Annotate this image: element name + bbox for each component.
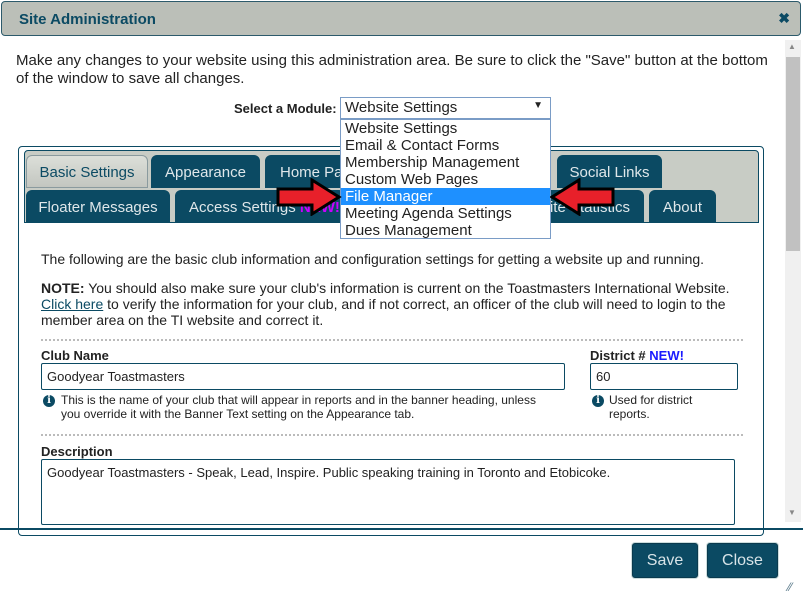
footer-divider — [0, 528, 803, 530]
module-select-value: Website Settings — [345, 99, 458, 116]
info-icon: i — [43, 395, 55, 407]
option-membership-management[interactable]: Membership Management — [341, 154, 550, 171]
description-textarea[interactable]: Goodyear Toastmasters - Speak, Lead, Ins… — [41, 459, 735, 525]
scroll-down-icon[interactable]: ▼ — [788, 508, 796, 517]
divider — [41, 434, 743, 436]
divider — [41, 339, 743, 341]
tab-basic-settings[interactable]: Basic Settings — [26, 155, 148, 188]
close-button[interactable]: Close — [707, 543, 778, 578]
dropdown-arrow-icon: ▼ — [533, 100, 543, 111]
tab-floater-messages[interactable]: Floater Messages — [26, 190, 170, 223]
close-icon[interactable]: ✖ — [778, 10, 790, 27]
district-label: District # NEW! — [590, 348, 684, 363]
resize-handle-icon[interactable]: ⁄⁄ — [788, 580, 792, 594]
option-website-settings[interactable]: Website Settings — [341, 120, 550, 137]
new-badge: NEW! — [649, 348, 684, 363]
description-label: Description — [41, 444, 113, 459]
club-name-label: Club Name — [41, 348, 109, 363]
module-dropdown-list[interactable]: Website Settings Email & Contact Forms M… — [340, 119, 551, 239]
note-body: You should also make sure your club's in… — [84, 280, 730, 296]
option-dues-management[interactable]: Dues Management — [341, 222, 550, 239]
tab-about[interactable]: About — [649, 190, 716, 223]
note-text: NOTE: You should also make sure your clu… — [41, 280, 751, 328]
club-name-help: This is the name of your club that will … — [61, 393, 536, 421]
scroll-up-icon[interactable]: ▲ — [788, 42, 796, 51]
option-file-manager[interactable]: File Manager — [341, 188, 550, 205]
scrollbar[interactable]: ▲ ▼ — [785, 40, 801, 522]
intro-text: Make any changes to your website using t… — [16, 52, 768, 87]
option-meeting-agenda-settings[interactable]: Meeting Agenda Settings — [341, 205, 550, 222]
click-here-link[interactable]: Click here — [41, 296, 103, 312]
module-select-label: Select a Module: — [234, 101, 337, 116]
tab-appearance[interactable]: Appearance — [151, 155, 260, 188]
district-input[interactable]: 60 — [590, 363, 738, 390]
red-arrow-right-icon — [276, 178, 342, 216]
dialog-titlebar: Site Administration ✖ — [1, 1, 801, 36]
note-label: NOTE: — [41, 280, 85, 296]
district-label-text: District # — [590, 348, 646, 363]
module-select[interactable]: Website Settings ▼ — [340, 97, 551, 119]
scrollbar-thumb[interactable] — [786, 57, 800, 251]
option-custom-web-pages[interactable]: Custom Web Pages — [341, 171, 550, 188]
note-rest: to verify the information for your club,… — [41, 296, 726, 328]
club-name-input[interactable]: Goodyear Toastmasters — [41, 363, 565, 390]
option-email-contact-forms[interactable]: Email & Contact Forms — [341, 137, 550, 154]
district-help: Used for district reports. — [609, 393, 693, 421]
save-button[interactable]: Save — [632, 543, 698, 578]
settings-intro: The following are the basic club informa… — [41, 251, 705, 267]
info-icon: i — [592, 395, 604, 407]
red-arrow-left-icon — [550, 178, 615, 216]
dialog-title: Site Administration — [19, 11, 156, 28]
